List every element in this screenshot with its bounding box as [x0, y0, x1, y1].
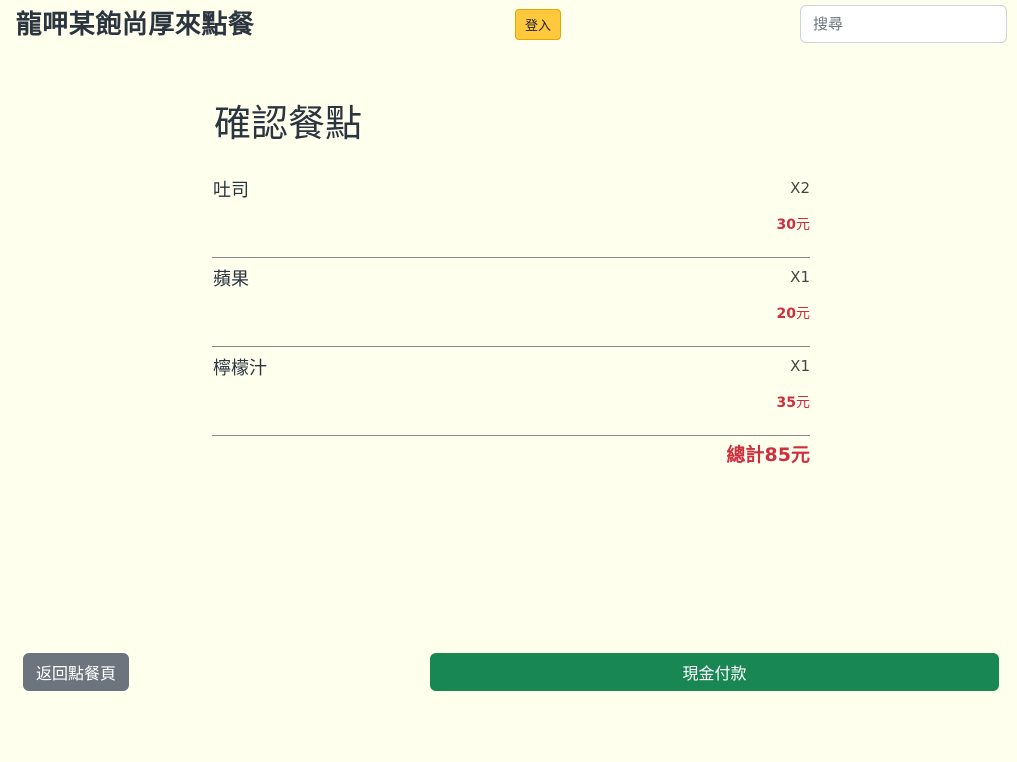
order-list: 吐司 X2 30元 蘋果 X1 20元 檸檬汁 X1 35元: [212, 170, 810, 437]
order-total: 總計85元: [727, 440, 810, 467]
item-price-unit: 元: [796, 306, 810, 322]
brand-title[interactable]: 龍呷某飽尚厚來點餐: [16, 7, 255, 43]
cash-payment-button[interactable]: 現金付款: [430, 653, 999, 691]
total-value: 85: [764, 444, 791, 466]
item-price-value: 35: [776, 395, 796, 411]
item-name: 檸檬汁: [213, 358, 267, 379]
item-name: 蘋果: [213, 269, 249, 290]
item-price: 35元: [777, 392, 810, 412]
item-quantity: X2: [790, 179, 810, 197]
item-name: 吐司: [213, 180, 249, 201]
item-price-unit: 元: [796, 217, 810, 233]
order-item-toast: 吐司 X2 30元: [212, 170, 810, 258]
item-price-unit: 元: [796, 395, 810, 411]
item-price: 20元: [777, 303, 810, 323]
item-price-value: 20: [776, 306, 796, 322]
item-price-value: 30: [776, 217, 796, 233]
item-quantity: X1: [790, 357, 810, 375]
login-button[interactable]: 登入: [515, 9, 561, 40]
item-price: 30元: [777, 214, 810, 234]
total-label: 總計: [726, 444, 765, 466]
page-title: 確認餐點: [214, 102, 362, 145]
order-item-apple: 蘋果 X1 20元: [212, 259, 810, 347]
search-input[interactable]: [800, 5, 1007, 43]
back-to-menu-button[interactable]: 返回點餐頁: [23, 653, 129, 691]
total-unit: 元: [790, 444, 810, 466]
item-quantity: X1: [790, 268, 810, 286]
order-item-lemon-juice: 檸檬汁 X1 35元: [212, 348, 810, 436]
